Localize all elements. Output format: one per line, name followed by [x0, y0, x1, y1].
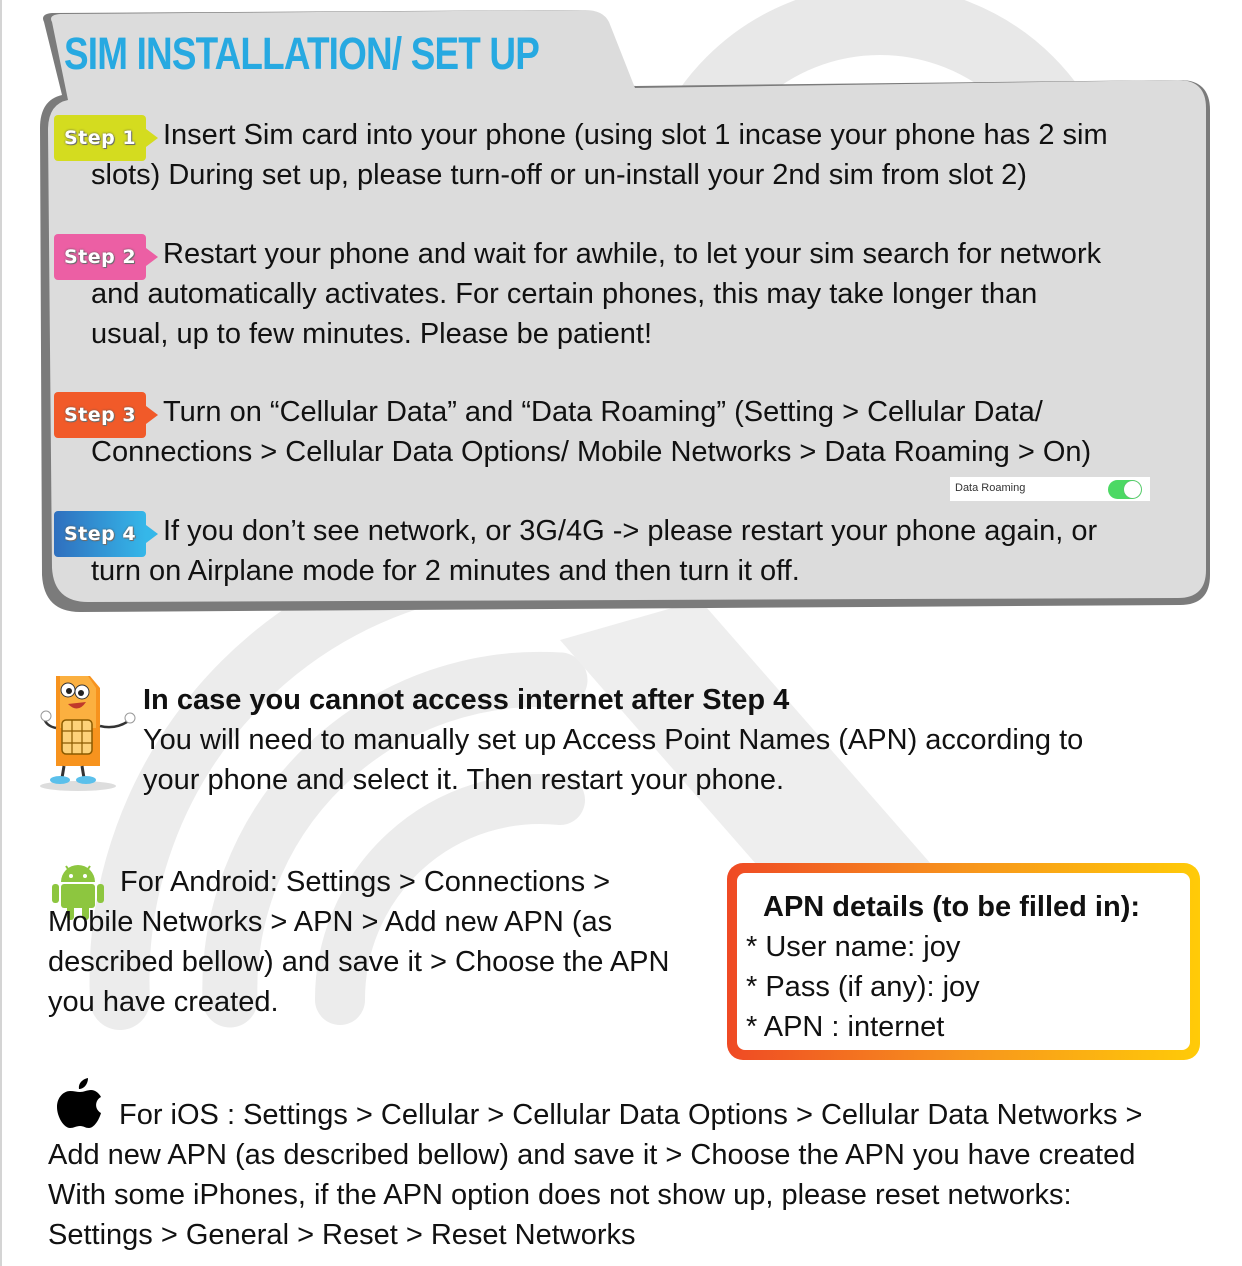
step-1: Step 1 Insert Sim card into your phone (…: [54, 115, 1154, 195]
ios-instructions: For iOS : Settings > Cellular > Cellular…: [48, 1099, 1143, 1251]
data-roaming-toggle[interactable]: [1108, 480, 1142, 499]
step-3: Step 3 Turn on “Cellular Data” and “Data…: [54, 392, 1154, 472]
data-roaming-setting: Data Roaming: [950, 477, 1150, 501]
notice-block: In case you cannot access internet after…: [143, 680, 1083, 800]
step-2: Step 2 Restart your phone and wait for a…: [54, 234, 1154, 354]
page-title: SIM INSTALLATION/ SET UP: [64, 28, 540, 79]
apn-password: * Pass (if any): joy: [746, 971, 980, 1003]
apn-details-box: APN details (to be filled in): * User na…: [727, 863, 1200, 1060]
apn-username: * User name: joy: [746, 931, 961, 963]
sim-card-mascot-icon: [40, 676, 136, 791]
notice-heading: In case you cannot access internet after…: [143, 684, 790, 716]
step-4-text: If you don’t see network, or 3G/4G -> pl…: [91, 515, 1098, 587]
apn-name: * APN : internet: [746, 1011, 945, 1043]
step-4: Step 4 If you don’t see network, or 3G/4…: [54, 511, 1154, 591]
notice-line: You will need to manually set up Access …: [143, 724, 1084, 756]
step-3-text: Turn on “Cellular Data” and “Data Roamin…: [91, 396, 1092, 468]
android-instructions: For Android: Settings > Connections > Mo…: [48, 866, 670, 1018]
notice-line: your phone and select it. Then restart y…: [143, 764, 785, 796]
data-roaming-label: Data Roaming: [955, 482, 1026, 494]
step-1-text: Insert Sim card into your phone (using s…: [91, 119, 1108, 191]
step-2-text: Restart your phone and wait for awhile, …: [91, 238, 1102, 350]
apn-details-title: APN details (to be filled in):: [763, 891, 1141, 923]
